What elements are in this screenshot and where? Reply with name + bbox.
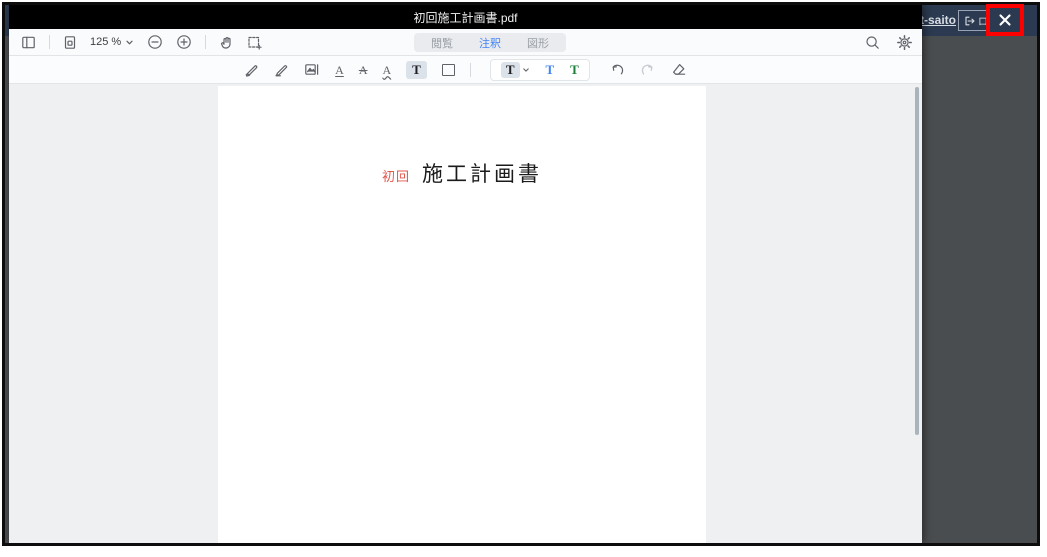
stamp-image-icon[interactable] bbox=[304, 62, 320, 77]
strikethrough-text-tool[interactable]: A bbox=[359, 64, 368, 76]
sidebar-toggle-icon[interactable] bbox=[21, 35, 36, 50]
close-button-highlight-box bbox=[986, 4, 1024, 36]
tab-view[interactable]: 閲覧 bbox=[418, 35, 466, 51]
user-account-link[interactable]: t-saito bbox=[920, 13, 956, 27]
document-scroll-area[interactable]: 初回 施工計画書 bbox=[9, 86, 922, 543]
free-text-tool-active[interactable]: T bbox=[406, 60, 427, 79]
toolbar-divider bbox=[205, 35, 207, 49]
pdf-filename: 初回施工計画書.pdf bbox=[413, 10, 518, 25]
font-style-dropdown[interactable]: T bbox=[500, 61, 530, 78]
toolbar-divider bbox=[49, 35, 50, 49]
squiggly-text-tool[interactable]: A bbox=[382, 64, 391, 76]
redo-icon[interactable] bbox=[640, 62, 656, 77]
pdf-viewer-modal: 初回施工計画書.pdf 125 % 閲覧 注釈 図形 A A A T T T T… bbox=[9, 5, 922, 543]
stamp-annotation-text: 初回 bbox=[381, 169, 410, 184]
pdf-titlebar: 初回施工計画書.pdf bbox=[9, 5, 922, 29]
document-title-text: 施工計画書 bbox=[422, 162, 542, 186]
screenshot-frame: t-saito ログアウト 初回施工計画書.pdf bbox=[2, 2, 1040, 546]
page-fit-icon[interactable] bbox=[63, 35, 77, 50]
zoom-in-icon[interactable] bbox=[176, 34, 192, 50]
pen-icon[interactable] bbox=[244, 62, 259, 77]
chevron-down-icon bbox=[125, 38, 134, 47]
undo-icon[interactable] bbox=[609, 62, 625, 77]
eraser-icon[interactable] bbox=[671, 62, 687, 77]
toolbar-divider bbox=[469, 62, 471, 77]
underline-text-tool[interactable]: A bbox=[335, 64, 344, 76]
area-select-icon[interactable] bbox=[247, 35, 262, 50]
viewer-mode-tabs: 閲覧 注釈 図形 bbox=[414, 33, 566, 52]
viewer-toolbar: 125 % 閲覧 注釈 図形 bbox=[9, 29, 922, 56]
annotation-toolbar: A A A T T T T bbox=[9, 56, 922, 84]
hand-tool-icon[interactable] bbox=[219, 35, 234, 50]
close-icon[interactable] bbox=[990, 8, 1020, 32]
highlighter-icon[interactable] bbox=[274, 62, 289, 77]
zoom-level-value: 125 % bbox=[90, 36, 122, 48]
text-color-black-button: T bbox=[500, 61, 520, 78]
vertical-scrollbar-thumb[interactable] bbox=[915, 87, 919, 435]
pdf-page: 初回 施工計画書 bbox=[218, 86, 706, 543]
document-heading: 初回 施工計画書 bbox=[218, 158, 706, 188]
toolbar-right-group bbox=[865, 29, 912, 55]
chevron-down-icon bbox=[522, 66, 530, 74]
toolbar-left-group: 125 % bbox=[9, 34, 262, 50]
text-color-blue-button[interactable]: T bbox=[546, 62, 555, 78]
tab-shapes[interactable]: 図形 bbox=[514, 35, 562, 51]
search-icon[interactable] bbox=[865, 35, 880, 50]
zoom-out-icon[interactable] bbox=[147, 34, 163, 50]
rectangle-tool-icon[interactable] bbox=[441, 63, 455, 76]
settings-gear-icon[interactable] bbox=[897, 34, 912, 50]
zoom-level-dropdown[interactable]: 125 % bbox=[90, 36, 134, 48]
tab-annotation[interactable]: 注釈 bbox=[466, 35, 514, 51]
text-color-green-button[interactable]: T bbox=[570, 62, 579, 78]
text-style-group: T T T bbox=[489, 58, 590, 81]
logout-icon bbox=[963, 15, 975, 27]
